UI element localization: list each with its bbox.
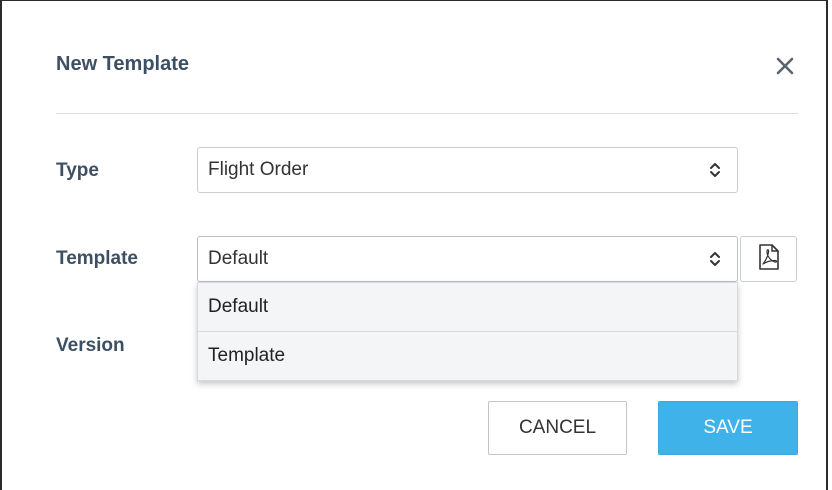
pdf-preview-button[interactable]: [740, 236, 797, 282]
close-icon[interactable]: [772, 53, 798, 79]
type-select[interactable]: Flight Order: [197, 147, 738, 193]
dropdown-option-template[interactable]: Template: [198, 331, 737, 380]
dialog-title: New Template: [56, 53, 189, 75]
header-divider: [56, 113, 798, 114]
template-label: Template: [56, 248, 139, 269]
type-label: Type: [56, 160, 99, 181]
pdf-icon: [758, 243, 780, 275]
template-select-value: Default: [208, 248, 269, 269]
cancel-button[interactable]: CANCEL: [488, 401, 627, 455]
template-dropdown-list: Default Template: [197, 282, 738, 381]
chevron-updown-icon: [709, 162, 721, 178]
template-select[interactable]: Default: [197, 236, 738, 282]
chevron-updown-icon: [709, 251, 721, 267]
version-label: Version: [56, 335, 125, 356]
type-select-value: Flight Order: [208, 159, 309, 180]
dropdown-option-default[interactable]: Default: [198, 283, 737, 331]
new-template-dialog: New Template Type Flight Order Template …: [0, 0, 828, 490]
save-button[interactable]: SAVE: [658, 401, 798, 455]
